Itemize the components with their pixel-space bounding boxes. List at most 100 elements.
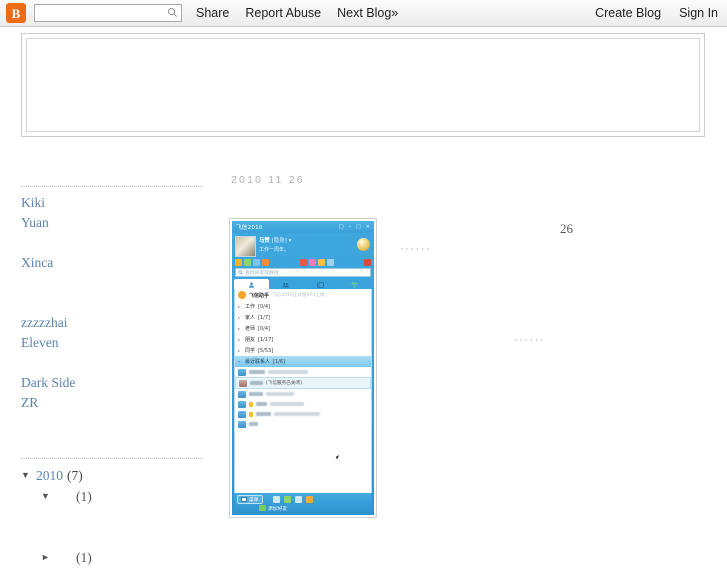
- fetion-user-name[interactable]: 马赞 [隐身] ▾: [259, 236, 357, 244]
- fetion-assistant-row[interactable]: 飞信助手 飞信2010正式版SP3上线…: [235, 289, 371, 301]
- navbar-links: Share Report Abuse Next Blog»: [196, 6, 398, 20]
- avatar[interactable]: [235, 236, 256, 257]
- contact-badge-icon: [249, 401, 253, 407]
- bottom-icon-1[interactable]: [272, 495, 280, 503]
- toolbar-icon-2[interactable]: [244, 259, 251, 266]
- contact-group-family[interactable]: ▸ 家人 [1/7]: [235, 312, 371, 323]
- chevron-right-icon[interactable]: ▸: [238, 337, 242, 342]
- restore-icon[interactable]: □: [339, 224, 344, 230]
- navbar-link-share[interactable]: Share: [196, 6, 229, 20]
- maximize-icon[interactable]: □: [356, 224, 361, 230]
- chevron-right-icon[interactable]: ▸: [238, 304, 242, 309]
- fetion-window: 飞信2010 □ – □ ✕ 马赞 [隐身] ▾ 工作一周年。 查找好友或群组 …: [232, 221, 374, 515]
- chevron-down-icon[interactable]: ▼: [41, 486, 51, 507]
- navbar-link-next-blog[interactable]: Next Blog»: [337, 6, 398, 20]
- toolbar-icon-1[interactable]: [235, 259, 242, 266]
- chevron-down-icon[interactable]: ▾: [289, 238, 292, 244]
- post-image-fetion-screenshot[interactable]: 飞信2010 □ – □ ✕ 马赞 [隐身] ▾ 工作一周年。 查找好友或群组 …: [229, 218, 377, 518]
- fetion-user-status[interactable]: [隐身]: [272, 238, 287, 244]
- fetion-search-box[interactable]: 查找好友或群组: [235, 268, 371, 277]
- contact-avatar: [238, 410, 246, 418]
- contact-group-count: [0/4]: [258, 303, 270, 310]
- contact-message-redacted: [274, 412, 320, 416]
- list-item[interactable]: [235, 399, 371, 409]
- sidebar-link-eleven[interactable]: Eleven: [21, 333, 203, 353]
- archive-month-row-2[interactable]: ► (1): [21, 547, 203, 568]
- contact-group-count: [5/53]: [258, 347, 274, 354]
- contact-group-recent[interactable]: ▾ 最近联系人 [1/6]: [235, 356, 371, 367]
- contact-group-label: 工作: [245, 304, 256, 310]
- archive-spacer: [21, 507, 203, 547]
- contact-group-label: 老师: [245, 326, 256, 332]
- post-date-header: 2010 11 26: [231, 174, 305, 186]
- archive-month-count-1: (1): [76, 489, 92, 504]
- sidebar-link-yuan[interactable]: Yuan: [21, 213, 203, 233]
- contact-group-work[interactable]: ▸ 工作 [0/4]: [235, 301, 371, 312]
- navbar-link-sign-in[interactable]: Sign In: [679, 6, 718, 20]
- blogger-logo-icon[interactable]: B: [6, 3, 26, 23]
- archive-month-row-1[interactable]: ▼ (1): [21, 486, 203, 507]
- sidebar-link-zzzzzhai[interactable]: zzzzzhai: [21, 313, 203, 333]
- phonebook-icon: [316, 281, 324, 288]
- toolbar-icon-3[interactable]: [253, 259, 260, 266]
- navbar-link-create-blog[interactable]: Create Blog: [595, 6, 661, 20]
- toolbar-icon-4[interactable]: [262, 259, 269, 266]
- list-item[interactable]: [飞信服务已关闭]: [235, 377, 371, 389]
- archive-year-row[interactable]: ▼ 2010 (7): [21, 465, 203, 486]
- sidebar-link-zr[interactable]: ZR: [21, 393, 203, 413]
- add-friend-button[interactable]: 添加好友: [259, 505, 369, 512]
- fetion-window-buttons: □ – □ ✕: [339, 224, 372, 230]
- sidebar-link-dark-side[interactable]: Dark Side: [21, 373, 203, 393]
- toolbar-icon-7[interactable]: [317, 259, 325, 266]
- bottom-icon-3[interactable]: [294, 495, 302, 503]
- chevron-right-icon[interactable]: ▸: [238, 326, 242, 331]
- search-input[interactable]: [34, 4, 182, 22]
- archive-month-count-2: (1): [76, 550, 92, 565]
- contact-group-friends[interactable]: ▸ 朋友 [1/17]: [235, 334, 371, 345]
- add-friend-label: 添加好友: [268, 506, 288, 512]
- archive-year-label[interactable]: 2010: [36, 465, 63, 486]
- fetion-profile-info: 马赞 [隐身] ▾ 工作一周年。: [259, 236, 357, 257]
- fetion-bottom-icons: [272, 495, 313, 503]
- post-ellipsis-top: ······: [400, 243, 431, 255]
- toolbar-icon-5[interactable]: [299, 259, 307, 266]
- toolbar-icon-8[interactable]: [326, 259, 334, 266]
- wifi-icon: [351, 282, 358, 288]
- contact-group-classmates[interactable]: ▸ 同学 [5/53]: [235, 345, 371, 356]
- sidebar-link-xinca[interactable]: Xinca: [21, 253, 203, 273]
- menu-icon: [241, 496, 247, 502]
- coin-icon[interactable]: [357, 238, 370, 251]
- fetion-contact-list[interactable]: 飞信助手 飞信2010正式版SP3上线… ▸ 工作 [0/4] ▸ 家人 [1/…: [234, 289, 372, 493]
- toolbar-icon-9[interactable]: [364, 259, 371, 266]
- minimize-icon[interactable]: –: [349, 224, 352, 230]
- menu-button[interactable]: 菜单: [237, 494, 263, 504]
- list-item[interactable]: [235, 419, 371, 429]
- fetion-user-mood[interactable]: 工作一周年。: [259, 246, 357, 253]
- contact-group-teachers[interactable]: ▸ 老师 [0/4]: [235, 323, 371, 334]
- sidebar-divider-top: [21, 186, 203, 187]
- fetion-titlebar: 飞信2010 □ – □ ✕: [232, 221, 374, 233]
- fetion-bottom-toolbar: 菜单 添加好友: [234, 493, 372, 513]
- mouse-cursor-icon: [335, 453, 344, 460]
- chevron-down-icon[interactable]: ▾: [238, 359, 242, 364]
- chevron-right-icon[interactable]: ▸: [238, 315, 242, 320]
- toolbar-icon-6[interactable]: [308, 259, 316, 266]
- list-item[interactable]: [235, 409, 371, 419]
- navbar-link-report-abuse[interactable]: Report Abuse: [245, 6, 321, 20]
- search-box[interactable]: [34, 4, 182, 22]
- contacts-icon: [248, 282, 254, 288]
- sidebar-link-kiki[interactable]: Kiki: [21, 193, 203, 213]
- chevron-down-icon[interactable]: ▼: [21, 465, 31, 486]
- list-item[interactable]: [235, 367, 371, 377]
- contact-group-label: 同学: [245, 348, 256, 354]
- contact-message-redacted: [268, 370, 308, 374]
- bottom-icon-2[interactable]: [283, 495, 291, 503]
- contact-message-redacted: [266, 392, 294, 396]
- bottom-icon-4[interactable]: [305, 495, 313, 503]
- close-icon[interactable]: ✕: [366, 224, 370, 230]
- navbar-right-links: Create Blog Sign In: [595, 6, 718, 20]
- list-item[interactable]: [235, 389, 371, 399]
- chevron-right-icon[interactable]: ►: [41, 547, 51, 568]
- chevron-right-icon[interactable]: ▸: [238, 348, 242, 353]
- contact-avatar: [238, 400, 246, 408]
